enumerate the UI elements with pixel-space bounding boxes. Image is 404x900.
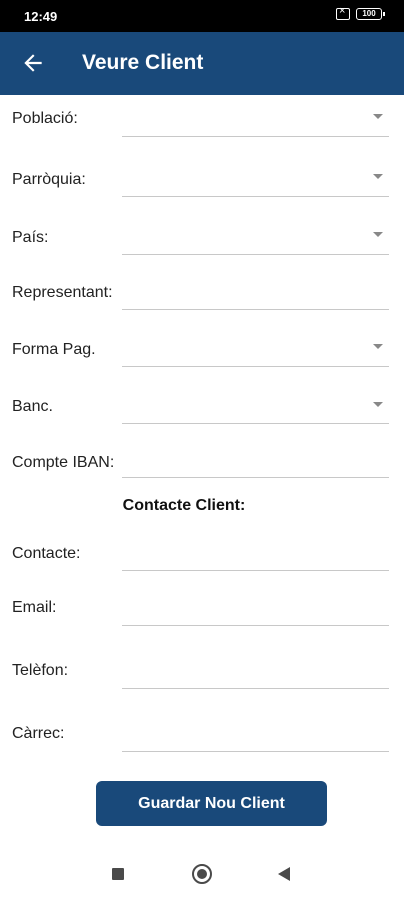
banc-dropdown[interactable] [122, 388, 389, 424]
field-underline [122, 688, 389, 689]
field-label: Banc. [12, 398, 53, 415]
field-label: País: [12, 229, 49, 246]
dropdown-arrow-icon [373, 114, 383, 119]
save-client-button[interactable]: Guardar Nou Client [96, 781, 327, 826]
email-input[interactable] [122, 594, 389, 624]
field-underline [122, 366, 389, 367]
no-sim-icon [336, 5, 350, 20]
dropdown-arrow-icon [373, 402, 383, 407]
field-label: Telèfon: [12, 662, 69, 679]
field-underline [122, 309, 389, 310]
page-title: Veure Client [82, 51, 204, 74]
iban-input[interactable] [122, 448, 389, 478]
field-underline [122, 423, 389, 424]
forma-pag-dropdown[interactable] [122, 330, 389, 366]
carrec-input[interactable] [122, 720, 389, 750]
field-banc: Banc. [0, 388, 404, 428]
field-contacte: Contacte: [0, 534, 404, 574]
arrow-left-icon[interactable] [20, 50, 46, 76]
field-underline [122, 570, 389, 571]
dropdown-arrow-icon [373, 232, 383, 237]
field-underline [122, 254, 389, 255]
field-underline [122, 136, 389, 137]
field-label: Forma Pag. [12, 341, 96, 358]
parroquia-dropdown[interactable] [122, 160, 389, 196]
field-compte-iban: Compte IBAN: [0, 444, 404, 484]
field-label: Representant: [12, 284, 113, 301]
field-email: Email: [0, 590, 404, 630]
app-bar: Veure Client [0, 32, 404, 95]
field-representant: Representant: [0, 274, 404, 314]
field-underline [122, 477, 389, 478]
field-poblacio: Població: [0, 100, 404, 140]
status-icons: 100 [336, 5, 385, 20]
back-triangle-icon[interactable] [278, 867, 290, 881]
field-underline [122, 196, 389, 197]
field-carrec: Càrrec: [0, 716, 404, 756]
representant-input[interactable] [122, 278, 389, 308]
home-circle-icon[interactable] [192, 864, 212, 884]
field-label: Parròquia: [12, 171, 86, 188]
dropdown-arrow-icon [373, 174, 383, 179]
pais-dropdown[interactable] [122, 218, 389, 254]
field-underline [122, 625, 389, 626]
field-telefon: Telèfon: [0, 652, 404, 692]
poblacio-dropdown[interactable] [122, 100, 389, 136]
field-label: Càrrec: [12, 725, 65, 742]
telefon-input[interactable] [122, 656, 389, 686]
battery-icon: 100 [356, 8, 385, 20]
field-pais: País: [0, 218, 404, 258]
field-forma-pag: Forma Pag. [0, 330, 404, 370]
field-label: Contacte: [12, 545, 81, 562]
field-label: Compte IBAN: [12, 454, 115, 471]
dropdown-arrow-icon [373, 344, 383, 349]
contact-section-heading: Contacte Client: [122, 497, 246, 514]
recents-square-icon[interactable] [112, 868, 124, 880]
status-time: 12:49 [24, 9, 58, 24]
field-label: Població: [12, 110, 78, 127]
status-bar: 12:49 100 [0, 0, 404, 32]
system-nav-bar [0, 846, 404, 900]
field-label: Email: [12, 599, 57, 616]
field-underline [122, 751, 389, 752]
contacte-input[interactable] [122, 538, 389, 568]
field-parroquia: Parròquia: [0, 160, 404, 200]
